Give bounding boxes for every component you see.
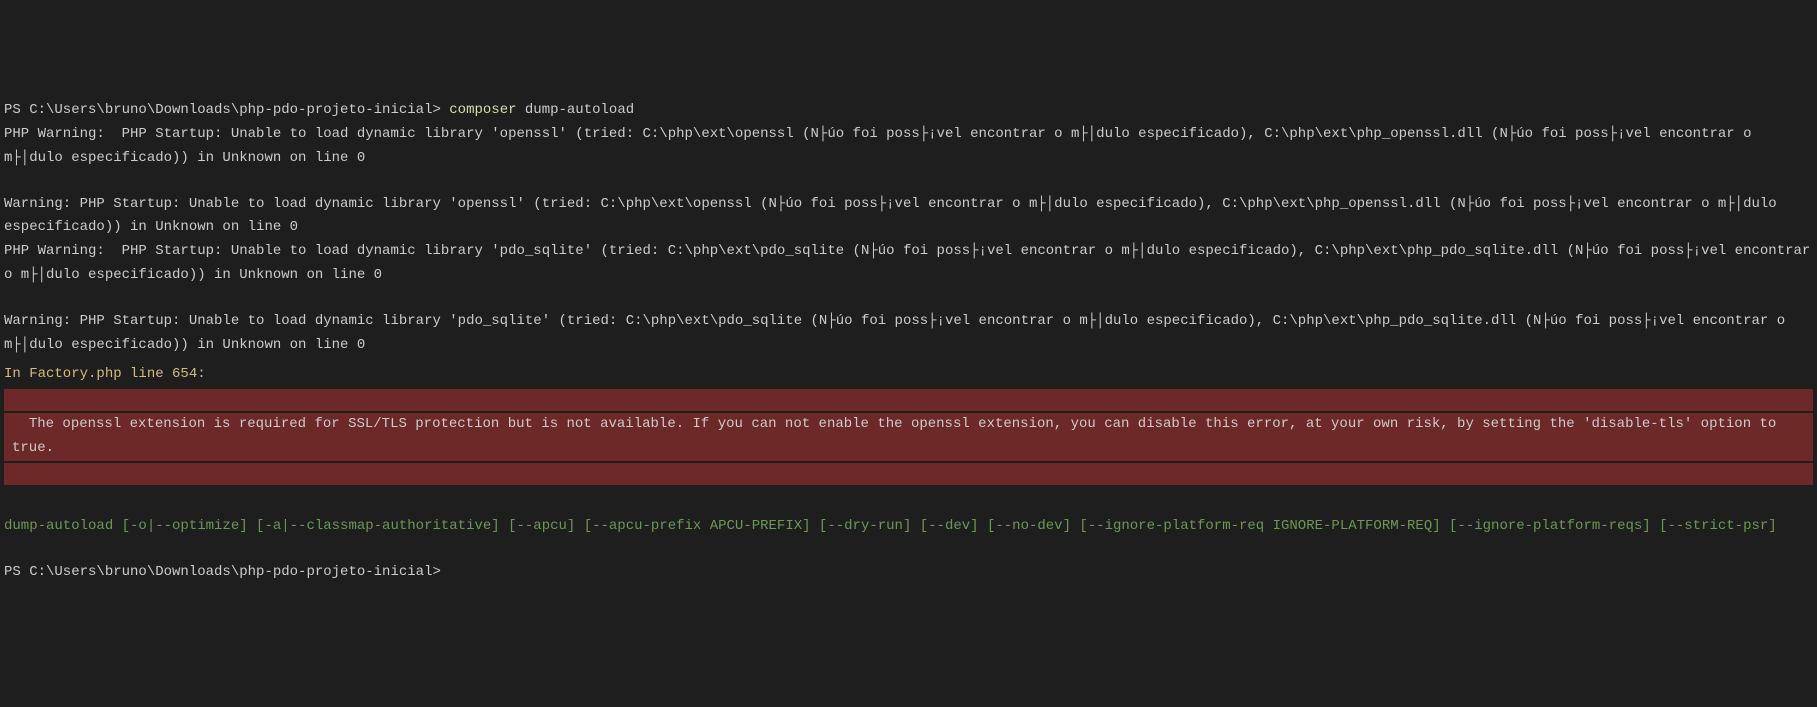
blank-2 [4,288,1813,310]
prompt-path-2: PS C:\Users\bruno\Downloads\php-pdo-proj… [4,564,441,580]
error-message: The openssl extension is required for SS… [4,413,1813,461]
prompt-line-1: PS C:\Users\bruno\Downloads\php-pdo-proj… [4,102,634,118]
blank-3 [4,487,1813,509]
factory-error-line: In Factory.php line 654: [4,363,1813,387]
prompt-line-2: PS C:\Users\bruno\Downloads\php-pdo-proj… [4,564,441,580]
php-warning-4: Warning: PHP Startup: Unable to load dyn… [4,310,1813,358]
php-warning-3: PHP Warning: PHP Startup: Unable to load… [4,240,1813,288]
error-block-top [4,389,1813,411]
blank-1 [4,171,1813,193]
terminal-output[interactable]: PS C:\Users\bruno\Downloads\php-pdo-proj… [4,99,1813,584]
command-name: composer [449,102,516,118]
php-warning-1: PHP Warning: PHP Startup: Unable to load… [4,123,1813,171]
command-args: dump-autoload [517,102,635,118]
error-block-bottom [4,463,1813,485]
blank-4 [4,539,1813,561]
php-warning-2: Warning: PHP Startup: Unable to load dyn… [4,193,1813,241]
usage-help: dump-autoload [-o|--optimize] [-a|--clas… [4,515,1813,539]
prompt-path-1: PS C:\Users\bruno\Downloads\php-pdo-proj… [4,102,449,118]
